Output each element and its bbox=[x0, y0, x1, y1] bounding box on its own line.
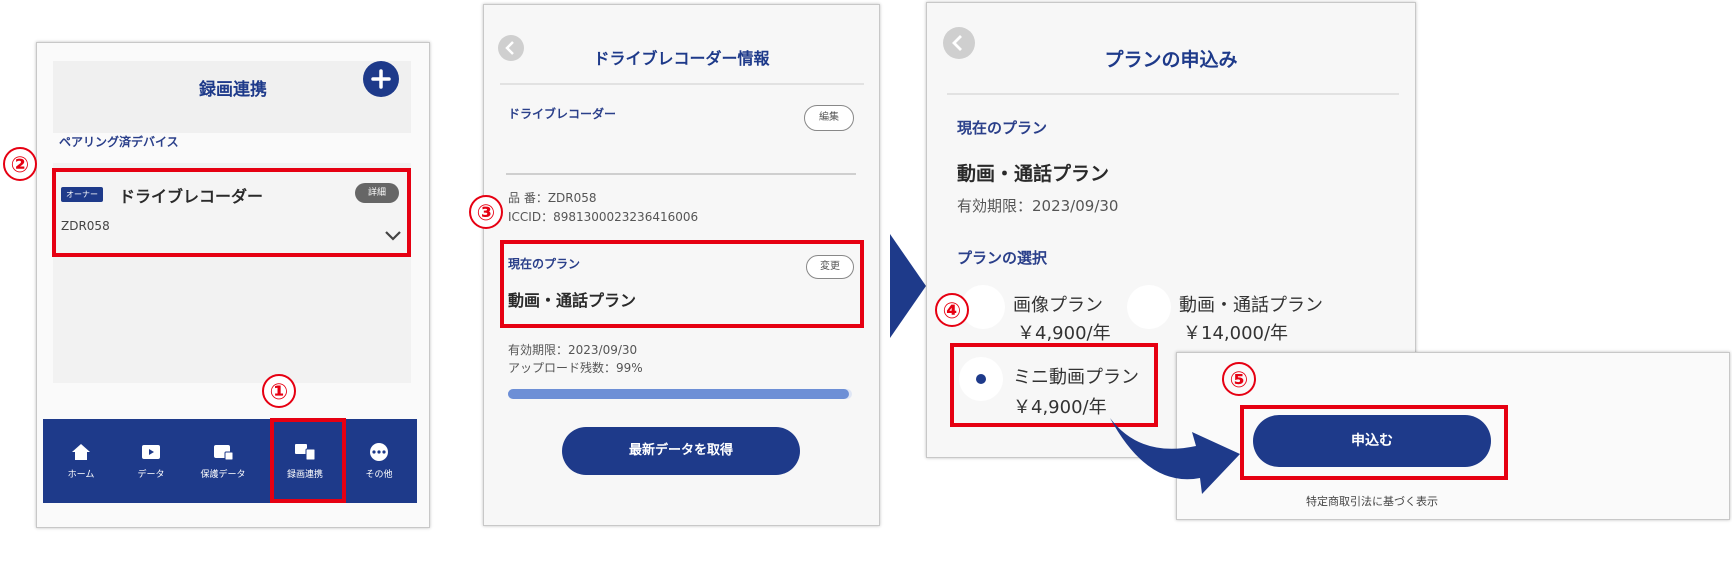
plan-option-image[interactable]: 画像プラン ￥4,900/年 bbox=[961, 283, 1141, 347]
home-icon bbox=[72, 444, 90, 460]
nav-more-label: その他 bbox=[365, 470, 393, 480]
page-title: プランの申込み bbox=[1104, 49, 1238, 71]
name-field-underline bbox=[506, 173, 856, 175]
next-step-arrow-icon bbox=[890, 234, 926, 338]
curved-arrow-icon bbox=[1110, 418, 1240, 494]
current-plan-expiry: 有効期限：2023/09/30 bbox=[957, 197, 1119, 215]
plus-icon bbox=[371, 69, 391, 89]
nav-data-label: データ bbox=[137, 470, 165, 480]
nav-home-label: ホーム bbox=[67, 470, 95, 480]
plan-option-video-call-price: ￥14,000/年 bbox=[1183, 323, 1289, 344]
nav-data[interactable]: データ bbox=[121, 443, 181, 480]
plan-option-video-call-name: 動画・通話プラン bbox=[1179, 295, 1323, 316]
section-label-current-plan: 現在のプラン bbox=[957, 119, 1048, 137]
page-title: ドライブレコーダー情報 bbox=[593, 49, 770, 68]
nav-home[interactable]: ホーム bbox=[51, 443, 111, 480]
nav-protected-data[interactable]: 保護データ bbox=[193, 443, 253, 480]
bottom-nav: ホーム データ 保護データ 録画連携 その他 bbox=[43, 419, 417, 503]
header-divider bbox=[947, 93, 1399, 95]
callout-1: ① bbox=[262, 374, 296, 408]
upload-progress-fill bbox=[508, 389, 849, 399]
fetch-latest-data-button[interactable]: 最新データを取得 bbox=[562, 427, 800, 475]
protected-data-icon bbox=[214, 445, 234, 461]
edit-button[interactable]: 編集 bbox=[804, 105, 854, 131]
plan-option-image-name: 画像プラン bbox=[1013, 295, 1103, 316]
plan-option-video-call[interactable]: 動画・通話プラン ￥14,000/年 bbox=[1125, 283, 1395, 347]
header-divider bbox=[500, 83, 864, 85]
section-label-drive-recorder: ドライブレコーダー bbox=[508, 107, 617, 121]
highlight-apply-button bbox=[1240, 405, 1508, 480]
section-label-paired-devices: ペアリング済デバイス bbox=[59, 135, 179, 149]
radio-video-call-plan[interactable] bbox=[1127, 285, 1171, 329]
more-icon bbox=[370, 443, 388, 461]
expiry-date: 有効期限：2023/09/30 bbox=[508, 343, 638, 357]
nav-more[interactable]: その他 bbox=[349, 443, 409, 480]
highlight-recording-link-tab bbox=[270, 418, 346, 503]
upload-progress-track bbox=[508, 389, 852, 399]
iccid: ICCID：8981300023236416006 bbox=[508, 210, 699, 224]
callout-3: ③ bbox=[469, 195, 503, 229]
callout-4: ④ bbox=[935, 293, 969, 327]
current-plan-name: 動画・通話プラン bbox=[957, 163, 1110, 185]
recording-link-screen: 録画連携 ペアリング済デバイス オーナー ドライブレコーダー 詳細 ZDR058… bbox=[36, 42, 430, 528]
highlight-current-plan bbox=[500, 240, 864, 328]
nav-protected-data-label: 保護データ bbox=[200, 470, 246, 480]
callout-2: ② bbox=[3, 147, 37, 181]
upload-remaining: アップロード残数：99% bbox=[508, 361, 643, 375]
add-device-button[interactable] bbox=[363, 61, 399, 97]
data-icon bbox=[142, 445, 160, 459]
callout-5: ⑤ bbox=[1222, 362, 1256, 396]
plan-option-image-price: ￥4,900/年 bbox=[1017, 323, 1111, 344]
section-label-plan-selection: プランの選択 bbox=[957, 249, 1048, 267]
model-number: 品 番：ZDR058 bbox=[508, 191, 597, 205]
highlight-device-card bbox=[52, 168, 411, 257]
